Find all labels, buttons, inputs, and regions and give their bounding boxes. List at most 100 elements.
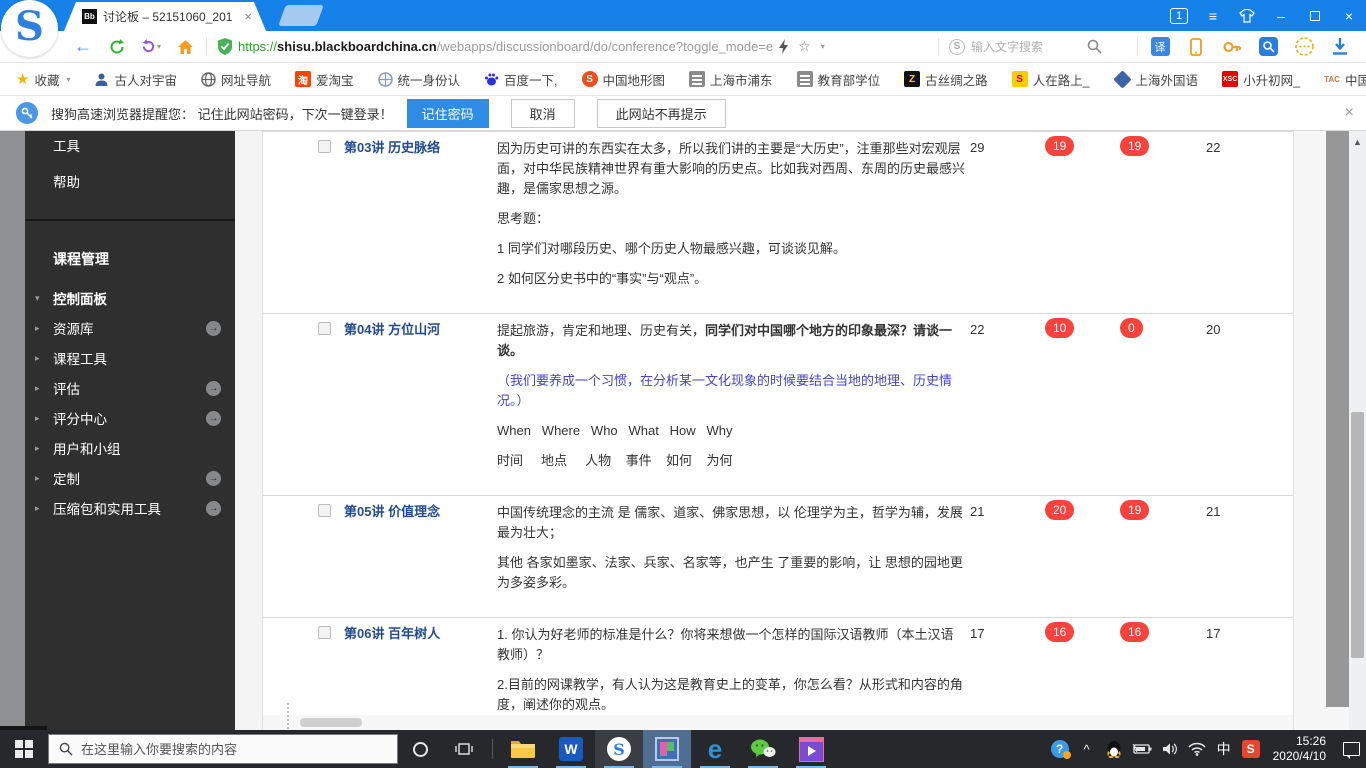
- sidebar-item[interactable]: ▸ 课程工具 →: [25, 343, 235, 373]
- gallery-app-button[interactable]: [643, 730, 691, 768]
- bookmark-item[interactable]: 上海外国语: [1112, 69, 1198, 89]
- browser-vertical-scrollbar[interactable]: ▲: [1349, 131, 1366, 730]
- back-button[interactable]: ←: [66, 36, 100, 57]
- volume-icon[interactable]: [1161, 742, 1179, 756]
- open-in-new-window-icon[interactable]: →: [206, 320, 221, 336]
- sidebar-item[interactable]: ▸ 压缩包和实用工具 →: [25, 493, 235, 523]
- task-view-button[interactable]: [442, 730, 486, 768]
- sidebar-item[interactable]: ▾ 控制面板 →: [25, 283, 235, 313]
- wechat-button[interactable]: [739, 730, 787, 768]
- frame-scrollbar-thumb[interactable]: [1326, 131, 1349, 707]
- open-in-new-window-icon[interactable]: →: [206, 410, 221, 426]
- cancel-button[interactable]: 取消: [510, 98, 575, 128]
- action-center-icon[interactable]: [1343, 742, 1360, 759]
- send-to-phone-icon[interactable]: [1178, 37, 1214, 56]
- screenshot-search-icon[interactable]: [1250, 37, 1286, 56]
- edge-button[interactable]: e: [691, 730, 739, 768]
- taskbar-search-box[interactable]: [48, 734, 398, 764]
- frame-scrollbar-rail[interactable]: [1293, 131, 1349, 730]
- wifi-icon[interactable]: [1188, 742, 1206, 756]
- sogou-input-icon[interactable]: S: [1241, 740, 1260, 758]
- unread-replies-badge[interactable]: 19: [1120, 136, 1150, 156]
- hscroll-thumb[interactable]: [300, 718, 362, 727]
- favorites-menu[interactable]: ★ 收藏 ▾: [16, 70, 70, 89]
- close-button[interactable]: ×: [1332, 0, 1366, 31]
- never-remind-button[interactable]: 此网站不再提示: [596, 98, 726, 128]
- sogou-browser-logo[interactable]: S: [1, 0, 58, 57]
- open-in-new-window-icon[interactable]: →: [206, 500, 221, 516]
- remember-password-button[interactable]: 记住密码: [406, 98, 489, 128]
- sidebar-item[interactable]: ▸ 用户和小组 →: [25, 433, 235, 463]
- bookmark-item[interactable]: 上海市浦东: [689, 70, 773, 89]
- file-explorer-button[interactable]: [499, 730, 547, 768]
- bookmark-item[interactable]: 淘 爱淘宝: [295, 70, 354, 89]
- speed-bolt-icon[interactable]: [778, 39, 789, 54]
- password-key-icon[interactable]: [1214, 39, 1250, 55]
- video-player-button[interactable]: [787, 730, 835, 768]
- forum-title-link[interactable]: 第05讲 价值理念: [344, 503, 492, 521]
- menu-icon[interactable]: ≡: [1196, 0, 1230, 31]
- refresh-button[interactable]: [100, 38, 134, 55]
- sidebar-item[interactable]: ▸ 评分中心 →: [25, 403, 235, 433]
- home-button[interactable]: [168, 39, 202, 55]
- unread-replies-badge[interactable]: 16: [1120, 622, 1150, 642]
- search-input[interactable]: [971, 39, 1081, 54]
- ime-language-indicator[interactable]: 中: [1215, 739, 1233, 759]
- sidebar-item-help[interactable]: 帮助: [25, 167, 235, 193]
- download-icon[interactable]: [1322, 38, 1358, 55]
- taskbar-search-input[interactable]: [81, 741, 361, 757]
- magnifier-icon[interactable]: [1087, 39, 1102, 54]
- unread-replies-badge[interactable]: 0: [1120, 318, 1143, 338]
- unread-posts-badge[interactable]: 19: [1045, 136, 1075, 156]
- browser-tab[interactable]: Bb 讨论板 – 52151060_201 ×: [64, 2, 266, 31]
- browser-search-box[interactable]: S: [943, 38, 1133, 55]
- translate-extension-icon[interactable]: 译: [1142, 37, 1178, 56]
- unread-posts-badge[interactable]: 16: [1045, 622, 1075, 642]
- address-caret-icon[interactable]: ▾: [821, 42, 825, 51]
- sidebar-item[interactable]: ▸ 资源库 →: [25, 313, 235, 343]
- row-checkbox[interactable]: [318, 140, 331, 153]
- bookmark-item[interactable]: S 人在路上_: [1011, 70, 1090, 89]
- history-undo-button[interactable]: ▾: [134, 39, 168, 54]
- history-caret-icon[interactable]: ▾: [157, 42, 161, 51]
- unread-posts-badge[interactable]: 20: [1045, 500, 1075, 520]
- more-tools-icon[interactable]: [1286, 37, 1322, 56]
- battery-icon[interactable]: [1132, 743, 1152, 755]
- sogou-browser-button[interactable]: S: [595, 730, 643, 768]
- new-tab-button[interactable]: [278, 5, 324, 26]
- tab-close-icon[interactable]: ×: [244, 9, 252, 24]
- unread-replies-badge[interactable]: 19: [1120, 500, 1150, 520]
- forum-title-link[interactable]: 第03讲 历史脉络: [344, 139, 492, 157]
- vscroll-thumb[interactable]: [1351, 412, 1364, 658]
- minimize-button[interactable]: –: [1264, 0, 1298, 31]
- unread-posts-badge[interactable]: 10: [1045, 318, 1075, 338]
- skin-icon[interactable]: [1230, 0, 1264, 31]
- url-text[interactable]: https://shisu.blackboardchina.cn/webapps…: [238, 39, 773, 54]
- row-checkbox[interactable]: [318, 504, 331, 517]
- notification-close-icon[interactable]: ×: [1345, 104, 1354, 122]
- content-horizontal-scrollbar[interactable]: [263, 715, 1293, 730]
- bookmark-item[interactable]: Z 古丝绸之路: [904, 70, 988, 89]
- scroll-up-arrow-icon[interactable]: ▲: [1349, 131, 1366, 147]
- cortana-button[interactable]: [398, 730, 442, 768]
- word-button[interactable]: W: [547, 730, 595, 768]
- bookmark-item[interactable]: 古人对宇宙: [94, 70, 177, 89]
- tab-list-button[interactable]: 1: [1162, 0, 1196, 31]
- open-in-new-window-icon[interactable]: →: [206, 380, 221, 396]
- sidebar-item[interactable]: ▸ 评估 →: [25, 373, 235, 403]
- bookmark-item[interactable]: 百度一下,: [484, 70, 558, 89]
- bookmark-item[interactable]: TAC 中国翻译协: [1324, 70, 1366, 89]
- bookmark-item[interactable]: XSC 小升初网_: [1222, 70, 1300, 89]
- qq-icon[interactable]: [1105, 740, 1123, 758]
- open-in-new-window-icon[interactable]: →: [206, 470, 221, 486]
- row-checkbox[interactable]: [318, 626, 331, 639]
- bookmark-item[interactable]: 统一身份认: [377, 70, 460, 89]
- address-bar[interactable]: https://shisu.blackboardchina.cn/webapps…: [211, 38, 934, 55]
- sidebar-item-tools[interactable]: 工具: [25, 131, 235, 157]
- bookmark-item[interactable]: 网址导航: [201, 70, 271, 89]
- help-notification-icon[interactable]: ?: [1050, 740, 1071, 759]
- restore-button[interactable]: [1298, 0, 1332, 31]
- frame-resize-handle[interactable]: [287, 703, 289, 729]
- tray-expand-icon[interactable]: ^: [1078, 742, 1096, 757]
- start-button[interactable]: [0, 730, 48, 768]
